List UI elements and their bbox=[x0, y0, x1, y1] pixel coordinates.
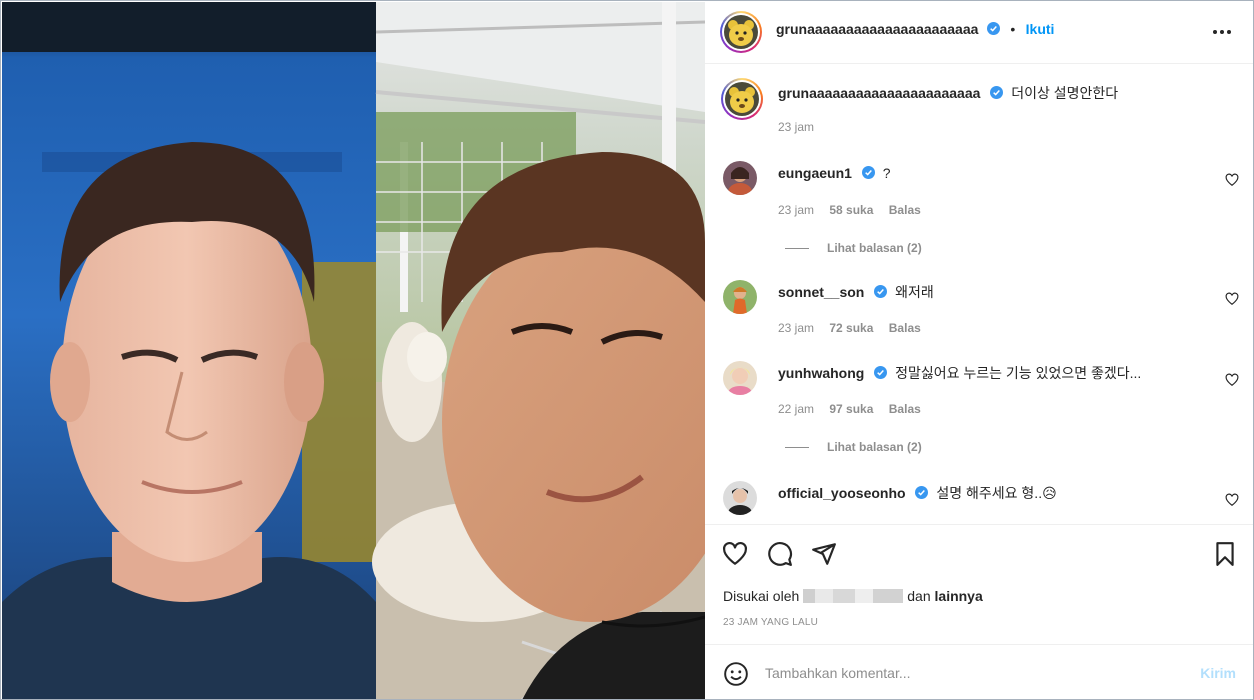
comment-bubble-icon[interactable] bbox=[767, 541, 793, 567]
commenter-avatar[interactable] bbox=[723, 481, 757, 515]
verified-badge-icon bbox=[990, 86, 1004, 99]
avatar-photo-icon bbox=[723, 161, 757, 195]
share-send-icon[interactable] bbox=[811, 541, 837, 567]
follow-button[interactable]: Ikuti bbox=[1026, 21, 1055, 37]
commenter-avatar[interactable] bbox=[723, 161, 757, 195]
avatar-photo-icon bbox=[723, 481, 757, 515]
more-options-icon[interactable] bbox=[1210, 22, 1234, 42]
instagram-post-window: grunaaaaaaaaaaaaaaaaaaaaaa • Ikuti gruna… bbox=[0, 0, 1254, 700]
caption-text: 더이상 설명안한다 bbox=[1011, 85, 1119, 101]
verified-badge-icon bbox=[861, 166, 875, 179]
comment-text: 왜저래 bbox=[895, 284, 934, 300]
liked-by-others[interactable]: lainnya bbox=[935, 588, 983, 604]
liked-by-prefix: Disukai oleh bbox=[723, 588, 800, 604]
like-comment-heart-icon[interactable] bbox=[1225, 493, 1239, 507]
liked-by-line[interactable]: Disukai oleh dan lainnya bbox=[723, 588, 983, 604]
commenter-avatar[interactable] bbox=[723, 280, 757, 314]
comment-likes[interactable]: 72 suka bbox=[829, 321, 873, 335]
liked-by-and: dan bbox=[907, 588, 931, 604]
post-photo-collage bbox=[2, 2, 705, 699]
comment-likes[interactable]: 58 suka bbox=[829, 203, 873, 217]
verified-badge-icon bbox=[874, 285, 888, 298]
post-comment-button[interactable]: Kirim bbox=[1200, 665, 1236, 681]
comment-time: 22 jam bbox=[778, 402, 815, 416]
header-author-line: grunaaaaaaaaaaaaaaaaaaaaaa • Ikuti bbox=[776, 21, 1054, 39]
comment-item: official_yooseonho 설명 해주세요 형..😥 bbox=[723, 481, 1243, 523]
verified-badge-icon bbox=[874, 366, 888, 379]
commenter-avatar[interactable] bbox=[723, 361, 757, 395]
caption-avatar[interactable] bbox=[721, 78, 763, 120]
reply-button[interactable]: Balas bbox=[889, 321, 921, 335]
caption-username[interactable]: grunaaaaaaaaaaaaaaaaaaaaaa bbox=[778, 85, 980, 101]
like-comment-heart-icon[interactable] bbox=[1225, 373, 1239, 387]
view-replies-label: Lihat balasan (2) bbox=[827, 440, 922, 454]
commenter-username[interactable]: yunhwahong bbox=[778, 365, 864, 381]
header-separator: • bbox=[1010, 21, 1016, 37]
post-caption: grunaaaaaaaaaaaaaaaaaaaaaa 더이상 설명안한다 23 … bbox=[721, 78, 1243, 138]
post-header: grunaaaaaaaaaaaaaaaaaaaaaa • Ikuti bbox=[705, 2, 1253, 64]
like-comment-heart-icon[interactable] bbox=[1225, 173, 1239, 187]
replies-divider bbox=[785, 248, 809, 250]
bear-avatar-icon bbox=[725, 82, 759, 116]
comment-text: 정말싫어요 누르는 기능 있었으면 좋겠다... bbox=[895, 365, 1142, 381]
comment-likes[interactable]: 97 suka bbox=[829, 402, 873, 416]
reply-button[interactable]: Balas bbox=[889, 402, 921, 416]
comment-text: ? bbox=[882, 165, 891, 181]
bear-avatar-icon bbox=[724, 15, 758, 49]
avatar-photo-icon bbox=[723, 280, 757, 314]
reply-button[interactable]: Balas bbox=[889, 203, 921, 217]
comment-item: yunhwahong 정말싫어요 누르는 기능 있었으면 좋겠다... 22 j… bbox=[723, 361, 1243, 461]
post-details-panel: grunaaaaaaaaaaaaaaaaaaaaaa • Ikuti gruna… bbox=[705, 2, 1253, 699]
view-replies-button[interactable]: Lihat balasan (2) bbox=[785, 241, 922, 255]
caption-time: 23 jam bbox=[778, 120, 815, 134]
verified-badge-icon bbox=[915, 486, 929, 499]
comment-time: 23 jam bbox=[778, 321, 815, 335]
like-comment-heart-icon[interactable] bbox=[1225, 292, 1239, 306]
replies-divider bbox=[785, 447, 809, 449]
comment-item: sonnet__son 왜저래 23 jam 72 suka Balas bbox=[723, 280, 1243, 350]
verified-badge-icon bbox=[986, 22, 1000, 35]
save-bookmark-icon[interactable] bbox=[1212, 541, 1238, 567]
emoji-smiley-icon[interactable] bbox=[723, 661, 749, 687]
comments-list[interactable]: grunaaaaaaaaaaaaaaaaaaaaaa 더이상 설명안한다 23 … bbox=[705, 65, 1253, 523]
comment-time: 23 jam bbox=[778, 203, 815, 217]
view-replies-button[interactable]: Lihat balasan (2) bbox=[785, 440, 922, 454]
comment-text: 설명 해주세요 형..😥 bbox=[936, 485, 1057, 501]
comment-item: eungaeun1 ? 23 jam 58 suka Balas Lihat b… bbox=[723, 161, 1243, 261]
commenter-username[interactable]: eungaeun1 bbox=[778, 165, 852, 181]
author-username[interactable]: grunaaaaaaaaaaaaaaaaaaaaaa bbox=[776, 21, 978, 37]
commenter-username[interactable]: sonnet__son bbox=[778, 284, 864, 300]
liked-by-username-redacted bbox=[803, 589, 904, 603]
add-comment-bar: Kirim bbox=[705, 644, 1253, 699]
commenter-username[interactable]: official_yooseonho bbox=[778, 485, 906, 501]
avatar-photo-icon bbox=[723, 361, 757, 395]
comment-input[interactable] bbox=[765, 659, 1185, 687]
post-image[interactable] bbox=[2, 2, 705, 699]
like-heart-icon[interactable] bbox=[722, 541, 748, 567]
view-replies-label: Lihat balasan (2) bbox=[827, 241, 922, 255]
author-avatar[interactable] bbox=[720, 11, 762, 53]
post-timestamp: 23 JAM YANG LALU bbox=[723, 617, 819, 628]
post-actions: Disukai oleh dan lainnya 23 JAM YANG LALU bbox=[705, 524, 1253, 644]
